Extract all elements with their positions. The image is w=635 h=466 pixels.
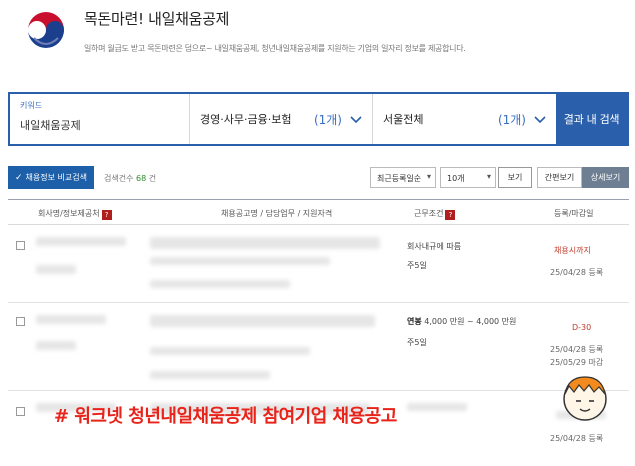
company-logo-redacted: [36, 341, 76, 350]
workdays-condition: 주5일: [407, 261, 427, 270]
header-conditions: 근무조건?: [414, 208, 456, 220]
region-value: 서울전체: [383, 113, 424, 126]
check-icon: ✓: [15, 172, 23, 183]
category-count: (1개): [313, 112, 342, 127]
keyword-field[interactable]: 키워드 내일채움공제: [10, 94, 190, 144]
chevron-down-icon: ▾: [426, 172, 431, 181]
salary-value: 4,000 만원 ~ 4,000 만원: [424, 317, 517, 326]
region-count: (1개): [497, 112, 526, 127]
result-count: 검색건수 68 건: [104, 173, 156, 184]
per-page-select[interactable]: 10개 ▾: [440, 167, 496, 188]
result-count-suffix: 건: [148, 174, 157, 183]
header-conditions-label: 근무조건: [414, 209, 444, 218]
salary-condition: 연봉 4,000 만원 ~ 4,000 만원: [407, 316, 516, 327]
registered-date: 25/04/28 등록: [550, 268, 604, 277]
row-checkbox[interactable]: [16, 317, 25, 326]
mascot-face-icon: [563, 376, 607, 421]
salary-redacted: [407, 403, 467, 411]
job-details-redacted: [150, 347, 310, 355]
category-dropdown[interactable]: 경영·사무·금융·보험 (1개): [190, 94, 373, 144]
search-within-results-button[interactable]: 결과 내 검색: [556, 94, 627, 144]
row-checkbox[interactable]: [16, 241, 25, 250]
salary-condition: 회사내규에 따름: [407, 242, 462, 251]
apply-view-button[interactable]: 보기: [498, 167, 532, 188]
page-subtitle: 일하며 월급도 받고 목돈마련은 덤으로~ 내일채움공제, 청년내일채움공제를 …: [84, 44, 466, 53]
job-title-redacted: [150, 315, 375, 327]
closing-date: 25/05/29 마감: [550, 358, 604, 367]
sort-value: 최근등록일순: [377, 174, 422, 183]
deadline-text: 채용시까지: [554, 246, 591, 255]
result-count-number: 68: [136, 174, 147, 183]
result-count-prefix: 검색건수: [104, 174, 134, 183]
detail-view-button[interactable]: 상세보기: [582, 167, 629, 188]
page-title: 목돈마련! 내일채움공제: [84, 10, 230, 28]
compare-jobs-button[interactable]: ✓ 채용정보 비교검색: [8, 166, 94, 189]
job-details-redacted: [150, 257, 330, 265]
company-logo-redacted: [36, 265, 76, 274]
job-qualification-redacted: [150, 371, 270, 379]
registered-date: 25/04/28 등록: [550, 434, 604, 443]
help-icon[interactable]: ?: [101, 210, 112, 220]
table-header: 회사명/정보제공처? 채용공고명 / 담당업무 / 지원자격 근무조건? 등록/…: [8, 199, 629, 225]
job-qualification-redacted: [150, 280, 290, 288]
compare-label: 채용정보 비교검색: [25, 173, 87, 182]
table-row[interactable]: 회사내규에 따름 주5일 채용시까지 25/04/28 등록: [8, 225, 629, 303]
search-bar: 키워드 내일채움공제 경영·사무·금융·보험 (1개) 서울전체 (1개) 결과…: [8, 92, 629, 146]
chevron-down-icon: [534, 116, 546, 124]
header-company: 회사명/정보제공처?: [38, 208, 112, 220]
d-day-badge: D-30: [572, 323, 592, 332]
sort-select[interactable]: 최근등록일순 ▾: [370, 167, 436, 188]
chevron-down-icon: [350, 116, 362, 124]
result-toolbar: ✓ 채용정보 비교검색 검색건수 68 건 최근등록일순 ▾ 10개 ▾ 보기 …: [8, 166, 629, 190]
help-icon[interactable]: ?: [445, 210, 456, 220]
keyword-label: 키워드: [20, 101, 43, 110]
table-row[interactable]: 연봉 4,000 만원 ~ 4,000 만원 주5일 D-30 25/04/28…: [8, 303, 629, 391]
registered-date: 25/04/28 등록: [550, 345, 604, 354]
header-company-label: 회사명/정보제공처: [38, 209, 100, 218]
job-title-redacted: [150, 237, 380, 249]
row-checkbox[interactable]: [16, 407, 25, 416]
page-header: 목돈마련! 내일채움공제 일하며 월급도 받고 목돈마련은 덤으로~ 내일채움공…: [0, 0, 635, 75]
per-page-value: 10개: [447, 174, 465, 183]
region-dropdown[interactable]: 서울전체 (1개): [373, 94, 556, 144]
category-value: 경영·사무·금융·보험: [200, 113, 292, 126]
header-date: 등록/마감일: [554, 209, 594, 218]
header-title: 채용공고명 / 담당업무 / 지원자격: [221, 209, 333, 218]
simple-view-button[interactable]: 간편보기: [537, 167, 582, 188]
chevron-down-icon: ▾: [486, 172, 491, 181]
company-info-redacted: [36, 237, 126, 246]
company-info-redacted: [36, 315, 106, 324]
overlay-caption: # 워크넷 청년내일채움공제 참여기업 채용공고: [54, 406, 397, 427]
keyword-input[interactable]: 내일채움공제: [20, 117, 179, 133]
workdays-condition: 주5일: [407, 338, 427, 347]
government-emblem-icon: [26, 10, 66, 50]
salary-label: 연봉: [407, 317, 422, 326]
